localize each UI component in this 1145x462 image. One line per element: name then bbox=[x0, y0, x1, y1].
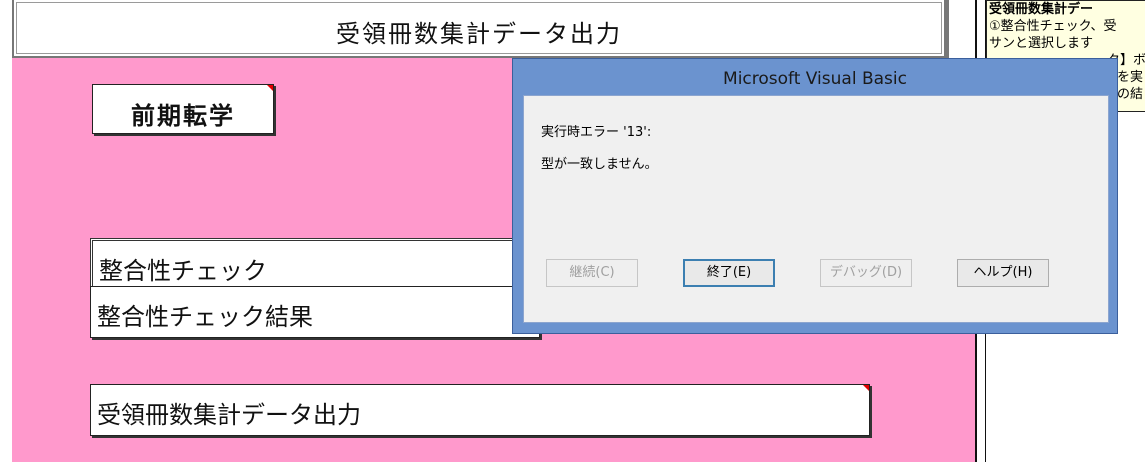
vba-error-dialog: Microsoft Visual Basic 実行時エラー '13': 型が一致… bbox=[512, 58, 1118, 334]
comment-line: サンと選択します bbox=[989, 36, 1094, 51]
prev-transfer-button[interactable]: 前期転学 bbox=[92, 84, 274, 134]
continue-button[interactable]: 継続(C) bbox=[546, 259, 638, 287]
consistency-result-label: 整合性チェック結果 bbox=[97, 303, 313, 331]
consistency-check-label: 整合性チェック bbox=[99, 257, 267, 285]
consistency-check-button[interactable]: 整合性チェック bbox=[90, 238, 540, 288]
receipt-export-label: 受領冊数集計データ出力 bbox=[97, 401, 361, 429]
end-button[interactable]: 終了(E) bbox=[683, 259, 775, 287]
dialog-title: Microsoft Visual Basic bbox=[723, 69, 907, 89]
debug-button[interactable]: デバッグ(D) bbox=[820, 259, 912, 287]
prev-transfer-label: 前期転学 bbox=[131, 102, 235, 130]
header-title-box: 受領冊数集計データ出力 bbox=[12, 0, 946, 58]
comment-indicator-icon bbox=[863, 385, 869, 391]
comment-title: 受領冊数集計デー bbox=[989, 2, 1094, 17]
comment-line: ①整合性チェック、受 bbox=[989, 19, 1117, 34]
runtime-error-label: 実行時エラー '13': bbox=[541, 125, 652, 140]
receipt-export-button[interactable]: 受領冊数集計データ出力 bbox=[90, 384, 870, 436]
comment-indicator-icon bbox=[267, 85, 273, 91]
consistency-result-button[interactable]: 整合性チェック結果 bbox=[90, 286, 540, 338]
help-button[interactable]: ヘルプ(H) bbox=[957, 259, 1049, 287]
page-title: 受領冊数集計データ出力 bbox=[336, 20, 622, 48]
grid-border-line bbox=[946, 0, 949, 58]
error-message: 型が一致しません。 bbox=[541, 157, 658, 172]
dialog-body: 実行時エラー '13': 型が一致しません。 継続(C) 終了(E) デバッグ(… bbox=[523, 95, 1109, 323]
